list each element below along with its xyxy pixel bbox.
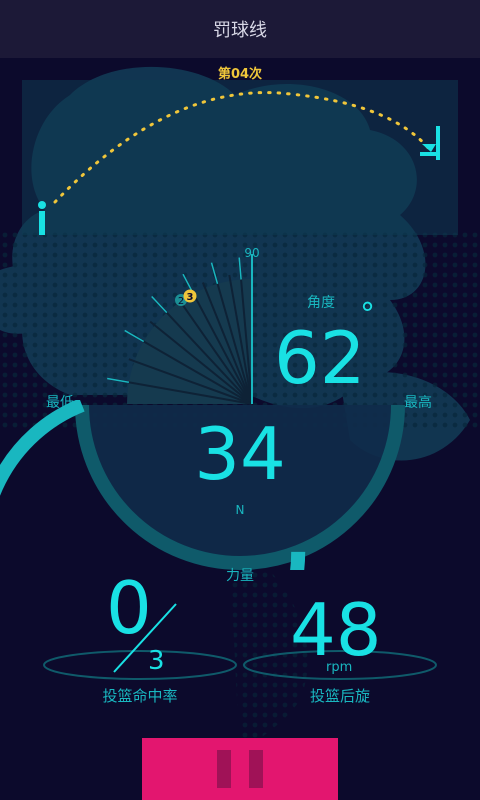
pause-button[interactable]	[142, 738, 338, 800]
spin-value: 48	[290, 588, 382, 672]
angle-tick	[107, 377, 130, 384]
angle-tick	[238, 257, 242, 280]
angle-value: 62	[274, 316, 366, 400]
trajectory-panel	[22, 80, 458, 235]
angle-wedges	[107, 257, 253, 405]
angle-tick-90: 90	[244, 246, 259, 260]
angle-unit: °	[360, 297, 375, 332]
title-bar: 罚球线	[0, 0, 480, 58]
hit-rate-label: 投篮命中率	[102, 687, 178, 705]
angle-dial: 90 2 3	[107, 246, 260, 405]
pause-icon-bar-2	[249, 750, 263, 788]
force-unit: N	[235, 503, 245, 517]
page-title: 罚球线	[213, 20, 267, 41]
trajectory-panel-bg	[22, 80, 458, 235]
pause-icon	[217, 750, 231, 788]
angle-marker-3-label: 3	[187, 292, 194, 303]
angle-marker-2-label: 2	[178, 296, 184, 307]
angle-tick	[151, 295, 168, 314]
base-ellipses	[43, 650, 437, 680]
angle-label: 角度	[307, 295, 335, 311]
angle-tick	[124, 329, 145, 343]
hit-rate-total: 3	[148, 646, 165, 676]
player-icon	[38, 201, 46, 235]
spin-label: 投篮后旋	[309, 687, 370, 705]
spin-unit: rpm	[326, 660, 353, 675]
angle-tick	[210, 262, 219, 285]
hit-rate-fraction-slash	[113, 603, 177, 673]
force-label: 力量	[226, 568, 254, 584]
force-value: 34	[194, 412, 286, 496]
